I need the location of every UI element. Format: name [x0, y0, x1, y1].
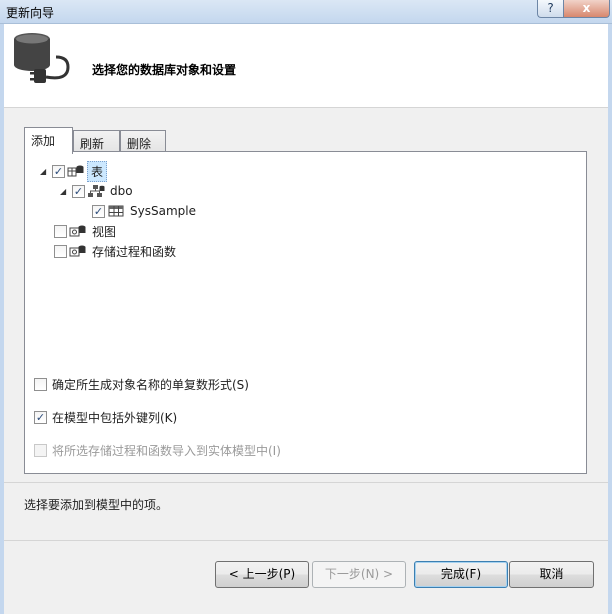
close-button[interactable]: x	[563, 0, 610, 18]
procedures-label[interactable]: 存储过程和函数	[89, 242, 179, 261]
include-fk-label[interactable]: 在模型中包括外键列(K)	[52, 409, 177, 426]
tree-node-syssample[interactable]: ✓ SysSample	[92, 202, 199, 220]
window-border-left	[0, 24, 4, 614]
include-fk-option[interactable]: ✓ 在模型中包括外键列(K)	[34, 409, 177, 425]
views-folder-icon	[69, 225, 86, 237]
divider	[4, 482, 608, 483]
tables-folder-icon	[67, 165, 84, 177]
procedures-folder-icon	[69, 245, 86, 257]
pluralize-checkbox[interactable]	[34, 377, 47, 391]
pluralize-option[interactable]: 确定所生成对象名称的单复数形式(S)	[34, 376, 249, 392]
tab-add[interactable]: 添加	[24, 127, 73, 154]
schema-icon	[88, 185, 105, 197]
pluralize-label[interactable]: 确定所生成对象名称的单复数形式(S)	[52, 376, 249, 393]
status-text: 选择要添加到模型中的项。	[24, 498, 169, 512]
title-bar: 更新向导 ? x	[0, 0, 612, 24]
import-procs-option: 将所选存储过程和函数导入到实体模型中(I)	[34, 442, 281, 458]
tables-checkbox[interactable]: ✓	[52, 164, 65, 178]
tree-node-dbo[interactable]: ◢ ✓ dbo	[60, 182, 136, 200]
cancel-button[interactable]: 取消	[509, 561, 594, 588]
window-title: 更新向导	[6, 6, 55, 20]
divider	[4, 540, 608, 541]
next-button: 下一步(N) >	[312, 561, 406, 588]
table-icon	[108, 205, 124, 217]
tables-label[interactable]: 表	[87, 160, 108, 182]
tree-node-tables[interactable]: ◢ ✓ 表	[40, 160, 108, 182]
update-wizard-window: 更新向导 ? x 选择您的数据库对象和设置 添加 刷新 删除 ◢ ✓ 表 ◢ ✓…	[0, 0, 612, 614]
tree-node-views[interactable]: 视图	[54, 222, 119, 240]
import-procs-label: 将所选存储过程和函数导入到实体模型中(I)	[52, 443, 281, 458]
views-checkbox[interactable]	[54, 224, 67, 238]
dbo-label[interactable]: dbo	[107, 183, 136, 199]
header-title: 选择您的数据库对象和设置	[92, 63, 237, 77]
collapse-arrow-icon[interactable]: ◢	[60, 187, 70, 196]
database-connect-icon	[14, 33, 70, 83]
window-border-right	[608, 24, 612, 614]
views-label[interactable]: 视图	[89, 222, 119, 241]
previous-button[interactable]: < 上一步(P)	[215, 561, 309, 588]
syssample-label[interactable]: SysSample	[127, 203, 199, 219]
help-button[interactable]: ?	[537, 0, 563, 18]
include-fk-checkbox[interactable]: ✓	[34, 410, 47, 424]
wizard-header: 选择您的数据库对象和设置	[4, 24, 608, 108]
collapse-arrow-icon[interactable]: ◢	[40, 167, 50, 176]
import-procs-checkbox	[34, 443, 47, 457]
dbo-checkbox[interactable]: ✓	[72, 184, 85, 198]
procedures-checkbox[interactable]	[54, 244, 67, 258]
finish-button[interactable]: 完成(F)	[414, 561, 508, 588]
tree-node-procedures[interactable]: 存储过程和函数	[54, 242, 179, 260]
syssample-checkbox[interactable]: ✓	[92, 204, 105, 218]
tab-panel-add: ◢ ✓ 表 ◢ ✓ dbo ✓ SysSample 视图 存储过程和函数	[24, 151, 587, 474]
